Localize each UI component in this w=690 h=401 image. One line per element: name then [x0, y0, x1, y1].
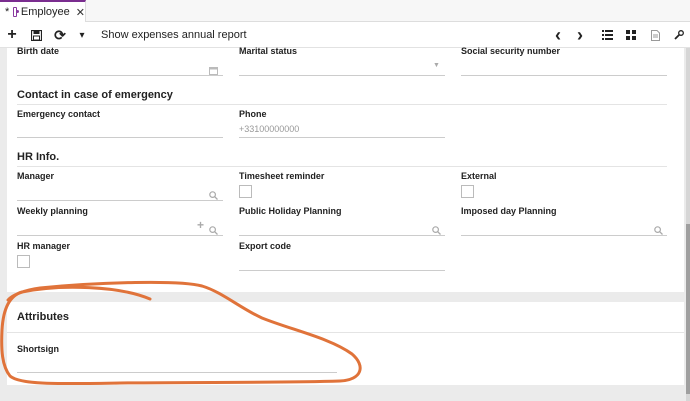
ssn-label: Social security number: [461, 46, 561, 56]
tab-bar: * Employee ✕: [0, 0, 690, 22]
emergency-contact-label: Emergency contact: [17, 109, 101, 119]
weekly-planning-field[interactable]: [17, 235, 223, 236]
search-icon[interactable]: [209, 222, 218, 240]
public-holiday-planning-label: Public Holiday Planning: [239, 206, 342, 216]
calendar-icon[interactable]: [209, 62, 218, 80]
show-expenses-report-button[interactable]: Show expenses annual report: [101, 22, 247, 48]
phone-field-line: [239, 137, 445, 138]
birth-date-field[interactable]: [17, 75, 223, 76]
imposed-day-planning-field[interactable]: [461, 235, 667, 236]
next-button[interactable]: ›: [573, 22, 587, 48]
previous-button[interactable]: ‹: [551, 22, 565, 48]
search-icon[interactable]: [432, 222, 441, 240]
imposed-day-planning-label: Imposed day Planning: [461, 206, 557, 216]
manager-field[interactable]: [17, 200, 223, 201]
phone-label: Phone: [239, 109, 267, 119]
marital-status-label: Marital status: [239, 46, 298, 56]
timesheet-reminder-checkbox[interactable]: [239, 185, 252, 198]
external-label: External: [461, 171, 497, 181]
more-dropdown[interactable]: ▾: [76, 22, 88, 48]
save-button[interactable]: [28, 22, 44, 48]
refresh-button[interactable]: ⟳: [52, 22, 68, 48]
public-holiday-planning-field[interactable]: [239, 235, 445, 236]
marital-status-select[interactable]: [239, 75, 445, 76]
manager-label: Manager: [17, 171, 55, 181]
shortsign-field[interactable]: [17, 372, 337, 373]
save-icon: [30, 29, 42, 41]
close-icon[interactable]: ✕: [76, 6, 85, 19]
timesheet-reminder-label: Timesheet reminder: [239, 171, 325, 181]
search-icon[interactable]: [209, 187, 218, 205]
document-icon[interactable]: [648, 22, 662, 48]
section-divider: [17, 166, 667, 167]
phone-input[interactable]: +33100000000: [239, 124, 299, 134]
modified-marker: *: [5, 6, 10, 18]
hr-manager-label: HR manager: [17, 241, 71, 251]
shortsign-label: Shortsign: [17, 344, 59, 354]
ssn-field[interactable]: [461, 75, 667, 76]
export-code-label: Export code: [239, 241, 292, 251]
list-view-icon[interactable]: [600, 22, 614, 48]
id-card-icon: [13, 7, 19, 17]
scrollbar-thumb[interactable]: [686, 224, 690, 394]
section-divider: [7, 332, 684, 333]
birth-date-label: Birth date: [17, 46, 60, 56]
attributes-section-title: Attributes: [17, 311, 69, 323]
add-button[interactable]: +: [4, 22, 20, 48]
wrench-icon[interactable]: [672, 22, 686, 48]
tab-employee[interactable]: * Employee ✕: [0, 0, 86, 22]
chevron-down-icon[interactable]: ▼: [433, 62, 440, 69]
emergency-section-title: Contact in case of emergency: [17, 89, 173, 101]
search-icon[interactable]: [654, 222, 663, 240]
plus-icon[interactable]: +: [197, 219, 204, 231]
hr-info-section-title: HR Info.: [17, 151, 60, 163]
weekly-planning-label: Weekly planning: [17, 206, 88, 216]
employee-form-panel: Birth date Marital status ▼ Social secur…: [7, 46, 684, 292]
hr-manager-checkbox[interactable]: [17, 255, 30, 268]
tab-label: Employee: [20, 6, 70, 18]
toolbar: + ⟳ ▾ Show expenses annual report ‹ ›: [0, 22, 690, 48]
section-divider: [17, 104, 667, 105]
grid-view-icon[interactable]: [624, 22, 638, 48]
emergency-contact-field[interactable]: [17, 137, 223, 138]
attributes-panel: Attributes Shortsign: [7, 302, 684, 385]
external-checkbox[interactable]: [461, 185, 474, 198]
export-code-field[interactable]: [239, 270, 445, 271]
